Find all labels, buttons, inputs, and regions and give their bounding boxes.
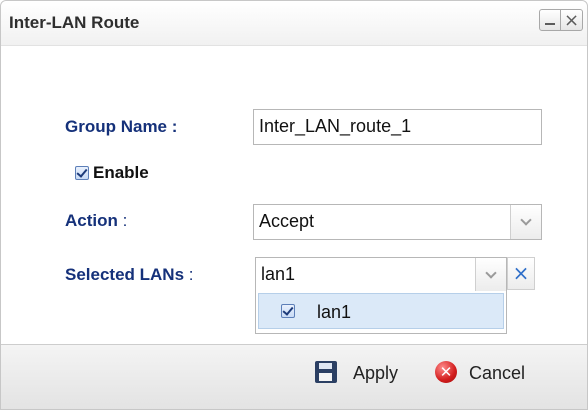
dialog-title: Inter-LAN Route xyxy=(9,13,140,32)
close-button[interactable]: × xyxy=(561,9,583,31)
selected-lans-label-colon: : xyxy=(188,265,194,284)
minimize-button[interactable] xyxy=(539,9,561,31)
save-icon-slot xyxy=(319,363,332,369)
action-label-colon: : xyxy=(122,211,128,230)
inter-lan-route-dialog: Inter-LAN Route × Group Name : Inter_LAN… xyxy=(0,0,588,410)
save-icon-label xyxy=(319,373,332,381)
action-select-value: Accept xyxy=(259,211,315,231)
checkmark-icon xyxy=(282,304,294,316)
cancel-button[interactable]: ✕ Cancel xyxy=(435,359,565,389)
cancel-icon: ✕ xyxy=(435,361,457,383)
dialog-footer: Apply ✕ Cancel xyxy=(1,344,587,409)
clear-selection-button[interactable]: × xyxy=(507,257,535,290)
selected-lans-label-text: Selected LANs xyxy=(65,265,185,284)
close-icon: × xyxy=(563,10,580,31)
action-label: Action : xyxy=(65,211,127,231)
selected-lans-select[interactable]: lan1 xyxy=(255,257,507,292)
save-icon xyxy=(315,361,337,383)
selected-lans-dropdown-list: lan1 xyxy=(255,291,507,334)
action-dropdown-button[interactable] xyxy=(510,205,541,239)
selected-lans-dropdown-button[interactable] xyxy=(475,258,506,291)
minimize-icon xyxy=(545,23,555,25)
dialog-titlebar[interactable]: Inter-LAN Route × xyxy=(1,1,587,46)
selected-lans-value: lan1 xyxy=(261,264,296,284)
group-name-label: Group Name : xyxy=(65,117,178,136)
checkmark-icon xyxy=(76,166,88,178)
chevron-down-icon xyxy=(520,214,532,226)
action-label-text: Action xyxy=(65,211,118,230)
action-select[interactable]: Accept xyxy=(253,204,542,240)
lan1-checkbox[interactable] xyxy=(281,304,295,318)
enable-checkbox[interactable] xyxy=(75,166,89,180)
cancel-label: Cancel xyxy=(469,363,526,383)
apply-button[interactable]: Apply xyxy=(315,359,415,389)
lan1-option-label: lan1 xyxy=(317,302,352,322)
enable-label: Enable xyxy=(93,163,149,182)
list-item-lan1[interactable]: lan1 xyxy=(258,293,504,329)
apply-label: Apply xyxy=(353,363,399,383)
chevron-down-icon xyxy=(485,266,497,279)
clear-icon: × xyxy=(512,261,530,285)
group-name-input[interactable]: Inter_LAN_route_1 xyxy=(253,109,542,145)
selected-lans-label: Selected LANs : xyxy=(65,265,194,285)
